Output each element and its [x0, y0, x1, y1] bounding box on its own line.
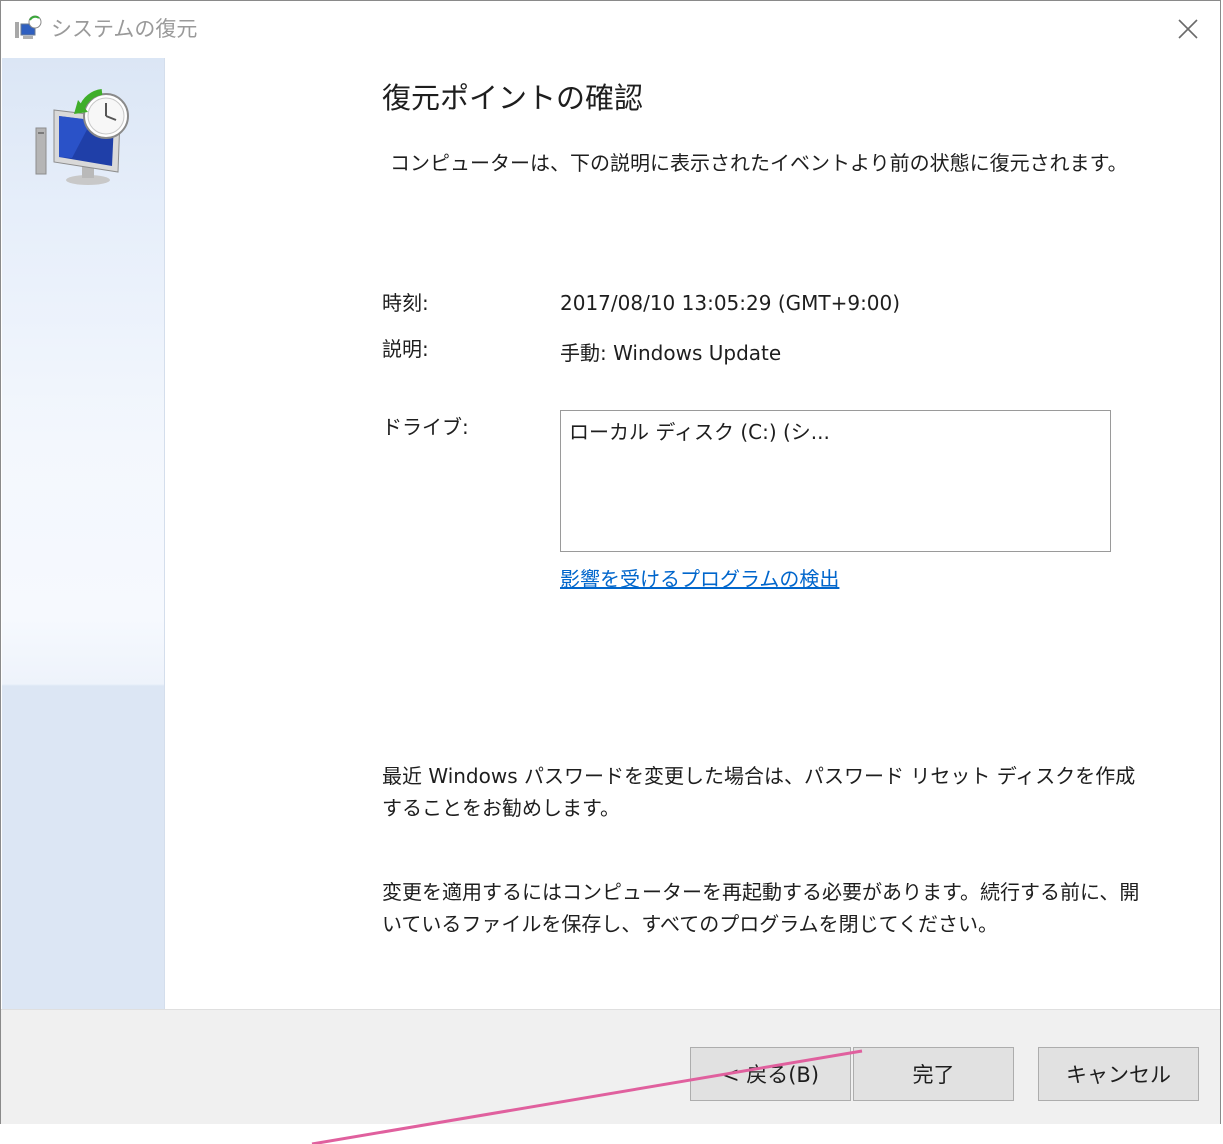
title-bar: システムの復元: [1, 1, 1220, 57]
window-title: システムの復元: [51, 17, 198, 41]
description-value: 手動: Windows Update: [560, 341, 782, 365]
drive-list-item[interactable]: ローカル ディスク (C:) (シ...: [569, 420, 830, 444]
restart-note: 変更を適用するにはコンピューターを再起動する必要があります。続行する前に、開いて…: [382, 880, 1140, 936]
drive-label: ドライブ:: [382, 415, 469, 439]
sidebar-panel: [2, 58, 165, 1009]
close-icon: [1178, 19, 1198, 39]
affected-programs-link[interactable]: 影響を受けるプログラムの検出: [560, 564, 839, 594]
description-label: 説明:: [382, 337, 429, 361]
password-reset-note: 最近 Windows パスワードを変更した場合は、パスワード リセット ディスク…: [382, 764, 1136, 820]
system-restore-window: システムの復元 復元ポイントの確認 コンピューターは、下の説明に表示されたイベン…: [0, 0, 1221, 1124]
content-area: 復元ポイントの確認 コンピューターは、下の説明に表示されたイベントより前の状態に…: [165, 58, 1220, 1009]
computer-restore-clock-icon: [35, 89, 129, 185]
finish-button[interactable]: 完了: [853, 1047, 1014, 1101]
page-title: 復元ポイントの確認: [382, 81, 644, 115]
drive-list[interactable]: ローカル ディスク (C:) (シ...: [560, 410, 1111, 552]
back-button[interactable]: < 戻る(B): [690, 1047, 851, 1101]
time-value: 2017/08/10 13:05:29 (GMT+9:00): [560, 291, 901, 315]
close-button[interactable]: [1156, 1, 1220, 57]
cancel-button[interactable]: キャンセル: [1038, 1047, 1199, 1101]
button-bar: < 戻る(B) 完了 キャンセル: [1, 1009, 1220, 1124]
restore-description-text: コンピューターは、下の説明に表示されたイベントより前の状態に復元されます。: [390, 151, 1128, 175]
system-restore-icon: [15, 15, 42, 39]
time-label: 時刻:: [382, 291, 429, 315]
